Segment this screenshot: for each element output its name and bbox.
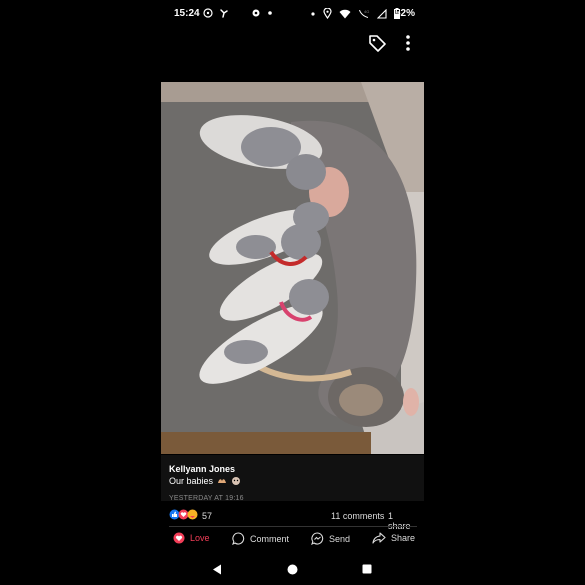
more-vertical-icon[interactable]	[399, 33, 417, 55]
send-label: Send	[329, 533, 351, 544]
love-icon	[173, 532, 185, 544]
hands-icon	[217, 477, 227, 485]
battery-percentage: 52%	[395, 8, 416, 19]
puppies-photo	[161, 82, 424, 454]
reactions-row[interactable]: 57 11 comments 1 share	[169, 509, 417, 531]
comment-label: Comment	[250, 533, 290, 544]
whatsapp-icon	[203, 8, 213, 18]
fan-icon	[219, 8, 229, 18]
dog-face-icon	[231, 476, 241, 486]
love-button[interactable]: Love	[173, 532, 210, 544]
system-nav-bar	[0, 556, 585, 585]
post-timestamp: YESTERDAY AT 19:16	[169, 495, 244, 502]
top-actions	[0, 33, 585, 55]
care-icon	[187, 509, 198, 520]
post-caption: Our babies	[169, 476, 241, 486]
caption-text: Our babies	[169, 476, 214, 486]
reaction-count: 57	[202, 511, 213, 521]
share-icon	[372, 532, 386, 544]
settings-icon	[251, 8, 261, 18]
share-button[interactable]: Share	[372, 532, 415, 544]
status-right-icons: 4G	[310, 7, 400, 20]
comment-icon	[232, 532, 245, 546]
comment-button[interactable]: Comment	[232, 532, 290, 546]
dot-icon	[310, 9, 316, 19]
svg-text:4G: 4G	[364, 9, 369, 14]
status-bar: 15:24 4G 52%	[0, 0, 585, 28]
love-label: Love	[190, 533, 210, 543]
dot-icon	[267, 8, 273, 18]
reaction-icons	[169, 509, 198, 520]
signal-icon: 4G	[358, 9, 370, 19]
post-author[interactable]: Kellyann Jones	[169, 464, 235, 474]
shares-count[interactable]: 1 share	[388, 511, 417, 531]
share-label: Share	[391, 533, 416, 543]
divider	[169, 526, 417, 527]
post-caption-panel: Kellyann Jones Our babies YESTERDAY AT 1…	[161, 455, 424, 502]
post-actions: Love Comment Send Share	[165, 532, 421, 548]
messenger-icon	[311, 532, 324, 546]
status-left-icons	[203, 8, 273, 18]
signal-icon	[376, 8, 387, 19]
back-icon[interactable]	[212, 564, 222, 575]
status-time: 15:24	[174, 8, 200, 19]
comments-count[interactable]: 11 comments	[331, 511, 384, 521]
wifi-icon	[339, 9, 351, 19]
tag-icon[interactable]	[367, 33, 389, 55]
post-photo[interactable]	[161, 82, 424, 454]
send-button[interactable]: Send	[311, 532, 351, 546]
location-icon	[323, 7, 332, 20]
recents-icon[interactable]	[362, 564, 372, 574]
home-icon[interactable]	[287, 564, 298, 575]
